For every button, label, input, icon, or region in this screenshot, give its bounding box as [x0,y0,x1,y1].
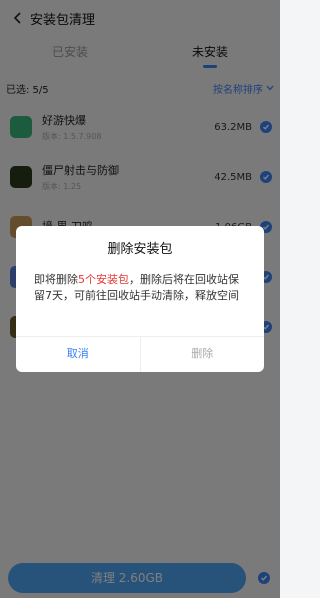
dialog-message-highlight: 5个安装包 [78,273,129,286]
delete-button[interactable]: 删除 [139,337,265,372]
dialog-message-pre: 即将删除 [34,273,78,286]
delete-dialog: 删除安装包 即将删除5个安装包，删除后将在回收站保留7天，可前往回收站手动清除，… [16,226,264,372]
dialog-message: 即将删除5个安装包，删除后将在回收站保留7天，可前往回收站手动清除，释放空间 [16,262,264,342]
dialog-title: 删除安装包 [107,242,173,257]
cancel-button[interactable]: 取消 [16,337,140,372]
